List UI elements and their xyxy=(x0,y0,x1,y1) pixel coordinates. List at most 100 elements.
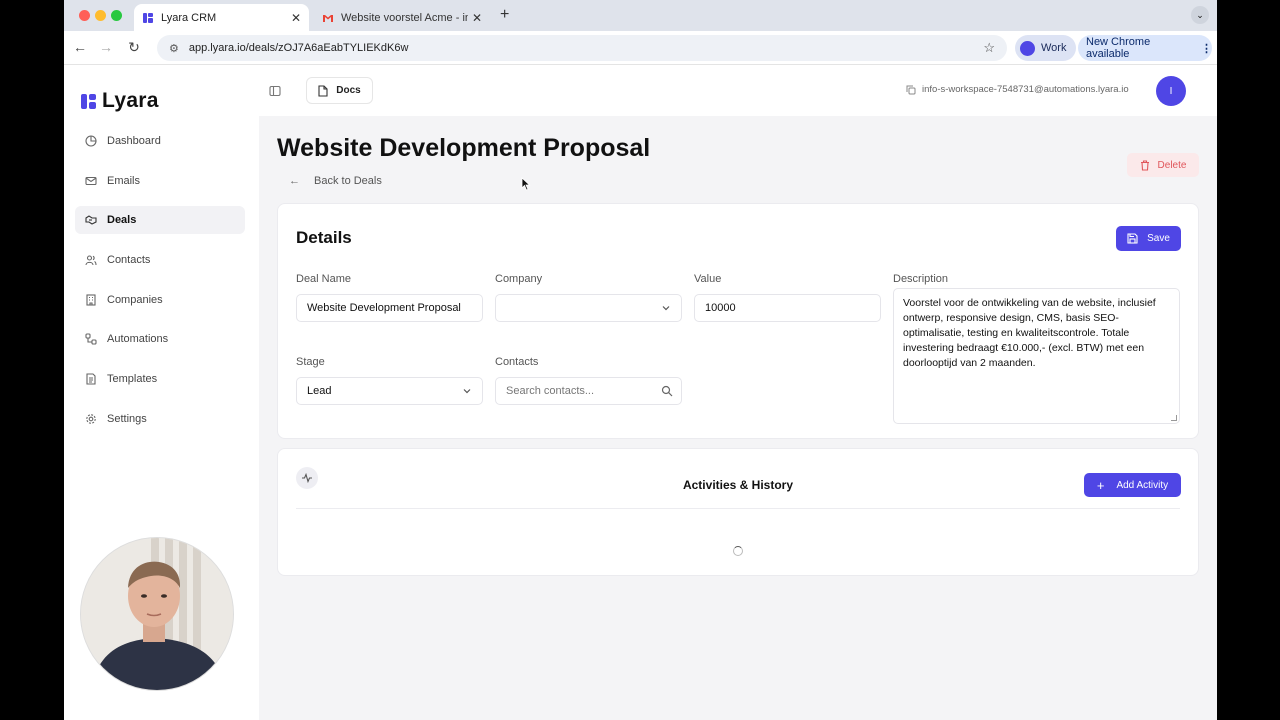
divider xyxy=(296,508,1180,509)
webcam-overlay xyxy=(80,537,234,691)
maximize-window-button[interactable] xyxy=(111,10,122,21)
close-tab-icon[interactable]: ✕ xyxy=(472,11,482,25)
user-avatar[interactable]: I xyxy=(1156,76,1186,106)
gear-icon xyxy=(85,413,97,425)
company-label: Company xyxy=(495,273,543,285)
profile-avatar-icon xyxy=(1020,40,1035,56)
stage-label: Stage xyxy=(296,356,325,368)
trash-icon xyxy=(1140,159,1149,171)
mail-icon xyxy=(85,175,97,187)
site-settings-icon[interactable]: ⚙ xyxy=(169,42,179,55)
tab-lyara-crm[interactable]: Lyara CRM ✕ xyxy=(134,4,309,31)
description-label: Description xyxy=(893,273,949,285)
page-title: Website Development Proposal xyxy=(277,134,651,162)
sidebar-item-templates[interactable]: Templates xyxy=(75,365,245,393)
reload-icon[interactable]: ↻ xyxy=(125,39,143,56)
sidebar-item-label: Dashboard xyxy=(107,135,161,147)
add-activity-label: Add Activity xyxy=(1116,479,1169,491)
minimize-window-button[interactable] xyxy=(95,10,106,21)
back-to-deals-link[interactable]: ← Back to Deals xyxy=(289,175,382,187)
sidebar-item-dashboard[interactable]: Dashboard xyxy=(75,127,245,155)
sidebar-item-label: Contacts xyxy=(107,254,151,267)
brand-name: Lyara xyxy=(102,89,159,112)
deal-name-input[interactable]: Website Development Proposal xyxy=(296,294,483,322)
contacts-label: Contacts xyxy=(495,356,539,368)
deal-name-label: Deal Name xyxy=(296,273,352,285)
forward-arrow-icon[interactable]: → xyxy=(97,39,115,55)
contacts-placeholder: Search contacts... xyxy=(506,385,595,397)
save-icon xyxy=(1127,233,1138,244)
sidebar-item-label: Emails xyxy=(107,174,141,187)
description-textarea[interactable]: Voorstel voor de ontwikkeling van de web… xyxy=(893,288,1180,424)
sidebar-item-label: Companies xyxy=(107,293,163,306)
building-icon xyxy=(85,294,97,306)
tab-title: Lyara CRM xyxy=(161,11,217,24)
save-button[interactable]: Save xyxy=(1116,226,1181,251)
browser-window: Lyara CRM ✕ Website voorstel Acme - info… xyxy=(64,0,1217,720)
activities-heading: Activities & History xyxy=(682,478,794,492)
url-text: app.lyara.io/deals/zOJ7A6aEabTYLIEKdK6w xyxy=(188,42,409,54)
contacts-search-input[interactable]: Search contacts... xyxy=(495,377,682,405)
sidebar-nav: Dashboard Emails Deals Contacts Companie… xyxy=(75,127,245,445)
resize-handle-icon[interactable] xyxy=(1171,415,1177,421)
docs-button[interactable]: Docs xyxy=(306,77,373,104)
activities-card: Activities & History + Add Activity xyxy=(277,448,1199,576)
sidebar-item-contacts[interactable]: Contacts xyxy=(75,246,245,274)
search-icon xyxy=(661,385,673,397)
chevron-down-icon xyxy=(662,306,670,311)
details-card: Details Save Deal Name Website Developme… xyxy=(277,203,1199,439)
close-window-button[interactable] xyxy=(79,10,90,21)
close-tab-icon[interactable]: ✕ xyxy=(291,11,301,25)
copy-icon xyxy=(906,85,916,94)
sidebar-item-emails[interactable]: Emails xyxy=(75,167,245,195)
gmail-favicon-icon xyxy=(322,12,334,24)
sidebar-item-deals[interactable]: Deals xyxy=(75,206,245,235)
sidebar-item-settings[interactable]: Settings xyxy=(75,405,245,433)
sidebar-item-label: Templates xyxy=(107,373,158,386)
browser-toolbar: ← → ↻ ⚙ app.lyara.io/deals/zOJ7A6aEabTYL… xyxy=(64,31,1217,65)
back-label: Back to Deals xyxy=(314,175,382,187)
main-content: Website Development Proposal ← Back to D… xyxy=(259,116,1217,720)
sidebar-item-label: Automations xyxy=(107,333,169,346)
delete-button[interactable]: Delete xyxy=(1127,153,1199,177)
sidebar-toggle-icon[interactable] xyxy=(269,84,281,97)
details-heading: Details xyxy=(296,228,352,247)
value-input[interactable]: 10000 xyxy=(694,294,881,322)
lyara-logo-icon xyxy=(81,93,96,109)
kebab-menu-icon[interactable]: ⋮ xyxy=(1201,42,1212,55)
back-arrow-icon[interactable]: ← xyxy=(71,39,89,55)
new-tab-icon[interactable]: + xyxy=(500,6,509,24)
sidebar-item-companies[interactable]: Companies xyxy=(75,286,245,314)
loading-spinner-icon xyxy=(733,546,743,556)
value-label: Value xyxy=(694,273,722,285)
app-topbar: Docs info-s-workspace-7548731@automation… xyxy=(259,65,1217,116)
pie-chart-icon xyxy=(85,135,97,147)
workspace-email-text: info-s-workspace-7548731@automations.lya… xyxy=(922,84,1129,95)
users-icon xyxy=(85,254,97,266)
profile-button[interactable]: Work xyxy=(1015,35,1077,61)
docs-label: Docs xyxy=(336,85,361,96)
sidebar-item-automations[interactable]: Automations xyxy=(75,325,245,353)
lyara-favicon-icon xyxy=(142,12,154,24)
document-icon xyxy=(318,84,328,97)
tab-search-chevron-icon[interactable]: ⌄ xyxy=(1191,6,1209,24)
brand-logo[interactable]: Lyara xyxy=(81,89,159,113)
bookmark-star-icon[interactable]: ☆ xyxy=(983,40,995,56)
company-select[interactable] xyxy=(495,294,682,322)
plus-icon: + xyxy=(1096,477,1105,493)
chrome-update-button[interactable]: New Chrome available ⋮ xyxy=(1078,35,1212,61)
tab-website-voorstel[interactable]: Website voorstel Acme - info-s ✕ xyxy=(314,4,490,31)
address-bar[interactable]: ⚙ app.lyara.io/deals/zOJ7A6aEabTYLIEKdK6… xyxy=(157,35,1007,61)
file-text-icon xyxy=(85,373,97,385)
stage-select[interactable]: Lead xyxy=(296,377,483,405)
handshake-icon xyxy=(85,214,97,226)
arrow-left-icon: ← xyxy=(289,175,300,187)
workspace-email[interactable]: info-s-workspace-7548731@automations.lya… xyxy=(906,84,1129,95)
save-label: Save xyxy=(1147,233,1170,244)
tab-title: Website voorstel Acme - info-s xyxy=(341,11,468,24)
profile-label: Work xyxy=(1041,42,1067,54)
crm-app: Lyara Dashboard Emails Deals Contacts Co… xyxy=(64,65,1217,720)
mouse-cursor-icon xyxy=(521,177,531,191)
add-activity-button[interactable]: + Add Activity xyxy=(1084,473,1181,497)
sidebar-item-label: Settings xyxy=(107,412,147,425)
